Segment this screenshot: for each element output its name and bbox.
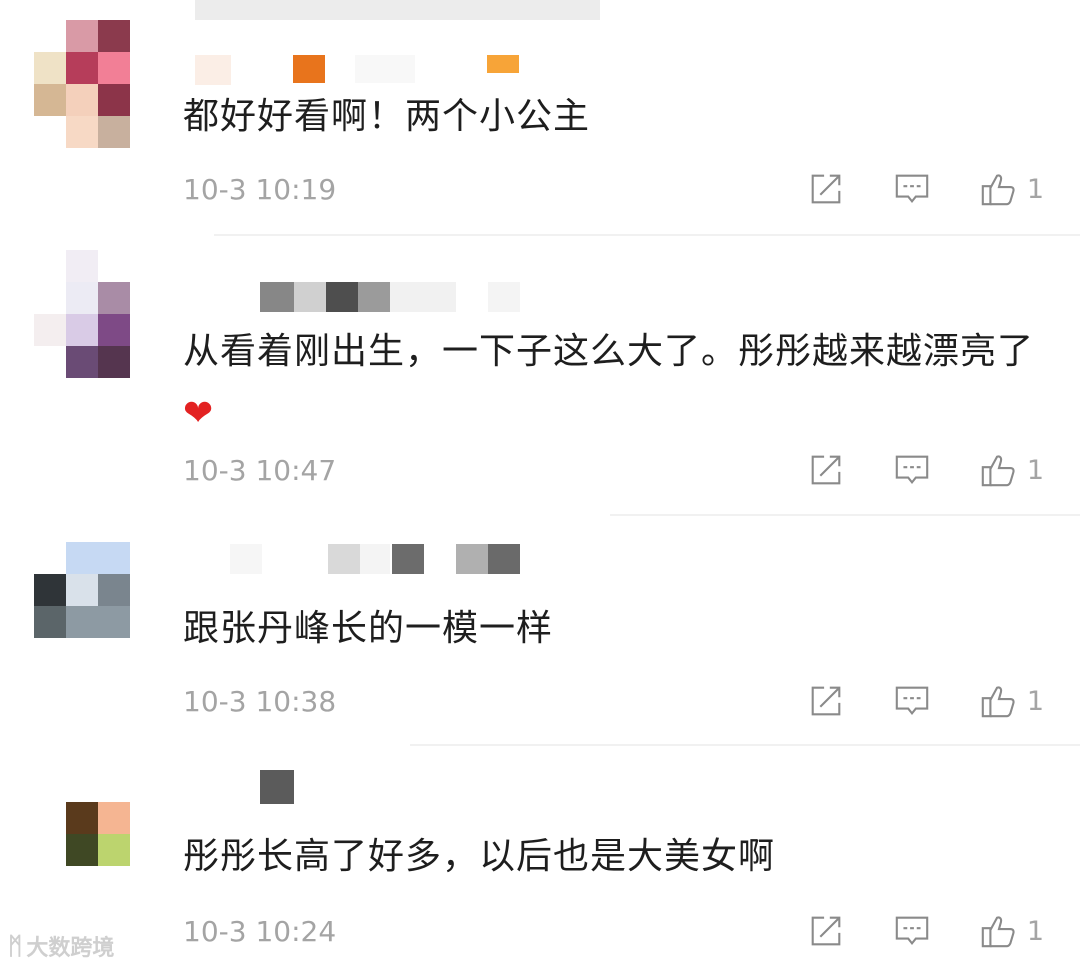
share-button[interactable] <box>807 451 845 489</box>
reply-icon <box>893 451 931 489</box>
comment-actions: 1 <box>759 912 1044 950</box>
thumbs-up-icon <box>979 170 1017 208</box>
watermark-text: 大数跨境 <box>26 936 115 961</box>
share-icon <box>807 682 845 720</box>
reply-icon <box>893 682 931 720</box>
like-count: 1 <box>1026 173 1044 205</box>
like-count: 1 <box>1026 454 1044 486</box>
comment-text: 都好好看啊！两个小公主 <box>183 96 591 137</box>
comment-item: 从看着刚出生，一下子这么大了。彤彤越来越漂亮了 ❤ 10-3 10:47 1 <box>0 236 1080 516</box>
reply-icon <box>893 912 931 950</box>
like-button[interactable]: 1 <box>979 170 1044 208</box>
comment-time: 10-3 10:38 <box>183 685 337 718</box>
like-count: 1 <box>1026 915 1044 947</box>
avatar[interactable] <box>34 542 132 672</box>
comment-actions: 1 <box>759 451 1044 489</box>
comment-item: 彤彤长高了好多，以后也是大美女啊 10-3 10:24 1 <box>0 746 1080 966</box>
comment-text: 从看着刚出生，一下子这么大了。彤彤越来越漂亮了 ❤ <box>183 321 1043 445</box>
comment-item: 跟张丹峰长的一模一样 10-3 10:38 1 <box>0 516 1080 746</box>
reply-button[interactable] <box>893 170 931 208</box>
avatar[interactable] <box>66 802 132 868</box>
share-icon <box>807 912 845 950</box>
comment-text: 彤彤长高了好多，以后也是大美女啊 <box>183 836 776 877</box>
share-button[interactable] <box>807 682 845 720</box>
comment-time: 10-3 10:19 <box>183 173 337 206</box>
reply-button[interactable] <box>893 912 931 950</box>
like-count: 1 <box>1026 685 1044 717</box>
comment-time: 10-3 10:24 <box>183 915 337 948</box>
watermark-logo-icon: ᛗ <box>8 932 23 960</box>
thumbs-up-icon <box>979 451 1017 489</box>
thumbs-up-icon <box>979 682 1017 720</box>
watermark: ᛗ 大数跨境 <box>8 930 114 962</box>
comment-time: 10-3 10:47 <box>183 454 337 487</box>
share-icon <box>807 170 845 208</box>
thumbs-up-icon <box>979 912 1017 950</box>
comment-actions: 1 <box>759 682 1044 720</box>
comment-text-body: 从看着刚出生，一下子这么大了。彤彤越来越漂亮了 <box>183 331 1035 372</box>
avatar[interactable] <box>34 20 132 150</box>
reply-icon <box>893 170 931 208</box>
heart-emoji: ❤ <box>183 393 215 434</box>
comment-actions: 1 <box>759 170 1044 208</box>
share-icon <box>807 451 845 489</box>
like-button[interactable]: 1 <box>979 682 1044 720</box>
comment-item: 都好好看啊！两个小公主 10-3 10:19 1 <box>0 0 1080 236</box>
like-button[interactable]: 1 <box>979 451 1044 489</box>
reply-button[interactable] <box>893 682 931 720</box>
share-button[interactable] <box>807 912 845 950</box>
reply-button[interactable] <box>893 451 931 489</box>
avatar[interactable] <box>34 250 132 380</box>
share-button[interactable] <box>807 170 845 208</box>
comment-text: 跟张丹峰长的一模一样 <box>183 608 554 649</box>
like-button[interactable]: 1 <box>979 912 1044 950</box>
